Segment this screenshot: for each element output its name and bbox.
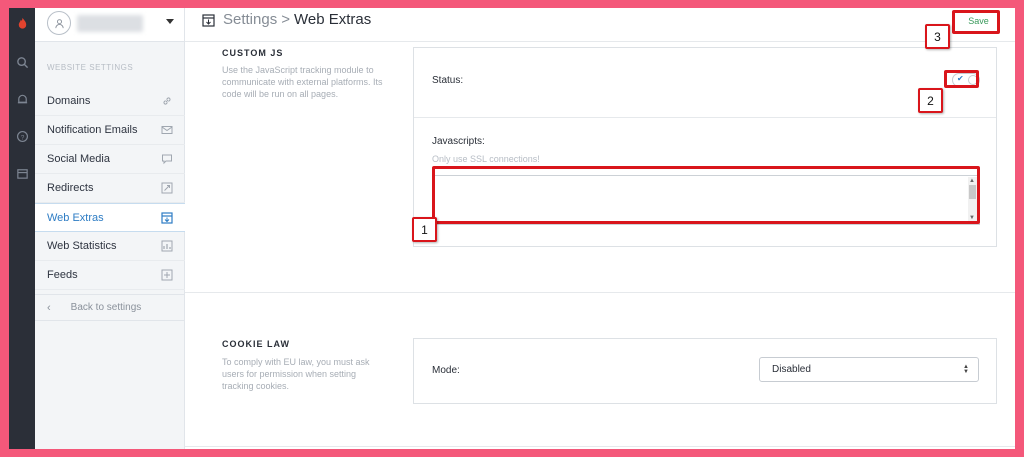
link-icon — [161, 95, 173, 107]
extras-icon — [161, 212, 173, 224]
avatar[interactable] — [47, 11, 71, 35]
settings-sidebar: WEBSITE SETTINGS Domains Notification Em… — [35, 8, 185, 449]
chevron-down-icon[interactable] — [166, 19, 174, 24]
breadcrumb: Settings > Web Extras — [223, 11, 371, 28]
sidebar-item-label: Notification Emails — [47, 124, 138, 136]
sidebar-item-web-statistics[interactable]: Web Statistics — [35, 232, 185, 261]
cookie-law-title: COOKIE LAW — [222, 339, 290, 349]
status-label: Status: — [432, 75, 464, 86]
sidebar-item-domains[interactable]: Domains — [35, 87, 185, 116]
app-rail: ? — [9, 8, 35, 449]
sidebar-item-label: Web Statistics — [47, 240, 117, 252]
cookie-law-description: To comply with EU law, you must ask user… — [222, 357, 370, 391]
annotation-badge-2: 2 — [918, 88, 943, 113]
account-name-redacted — [77, 15, 143, 32]
sidebar-item-web-extras[interactable]: Web Extras — [35, 203, 185, 232]
sidebar-item-label: Domains — [47, 95, 91, 107]
chevron-left-icon: ‹ — [47, 301, 51, 314]
section-divider — [185, 292, 1015, 293]
sidebar-item-label: Feeds — [47, 269, 78, 281]
select-arrows-icon: ▲ ▼ — [963, 364, 969, 375]
statistics-icon — [161, 240, 173, 252]
annotation-highlight-1 — [432, 166, 980, 224]
redirect-icon — [161, 182, 173, 194]
page-title: Web Extras — [293, 11, 372, 28]
page-header: Settings > Web Extras Save — [185, 8, 1015, 42]
annotation-badge-1: 1 — [412, 217, 437, 242]
panel-divider — [414, 117, 996, 118]
sidebar-item-label: Web Extras — [47, 211, 104, 224]
back-to-settings-link[interactable]: ‹ Back to settings — [35, 294, 185, 321]
sidebar-item-label: Redirects — [47, 182, 94, 194]
mode-label: Mode: — [432, 365, 460, 376]
annotation-badge-3: 3 — [925, 24, 950, 49]
search-icon[interactable] — [13, 53, 31, 71]
svg-text:?: ? — [20, 134, 24, 141]
sidebar-item-notification-emails[interactable]: Notification Emails — [35, 116, 185, 145]
account-switcher[interactable] — [35, 8, 184, 42]
annotation-highlight-2 — [944, 70, 979, 88]
sidebar-item-social-media[interactable]: Social Media — [35, 145, 185, 174]
email-icon — [161, 124, 173, 136]
sidebar-heading: WEBSITE SETTINGS — [47, 63, 134, 72]
mode-select[interactable]: Disabled ▲ ▼ — [759, 357, 979, 382]
calendar-icon[interactable] — [13, 164, 31, 182]
sidebar-list: Domains Notification Emails Social Media… — [35, 87, 185, 290]
sidebar-item-label: Social Media — [47, 153, 110, 165]
custom-js-description: Use the JavaScript tracking module to co… — [222, 65, 383, 99]
sidebar-item-redirects[interactable]: Redirects — [35, 174, 185, 203]
javascripts-hint: Only use SSL connections! — [432, 154, 540, 164]
flame-logo-icon[interactable] — [13, 14, 31, 32]
breadcrumb-parent[interactable]: Settings — [223, 11, 277, 28]
breadcrumb-separator: > — [281, 11, 290, 28]
extras-icon — [202, 14, 215, 27]
feeds-icon — [161, 269, 173, 281]
help-icon[interactable]: ? — [13, 127, 31, 145]
javascripts-label: Javascripts: — [432, 136, 485, 147]
chat-icon — [161, 153, 173, 165]
bell-icon[interactable] — [13, 90, 31, 108]
section-divider — [185, 446, 1015, 447]
sidebar-item-feeds[interactable]: Feeds — [35, 261, 185, 290]
cookie-law-panel: Mode: Disabled ▲ ▼ — [413, 338, 997, 404]
main-content: CUSTOM JS Use the JavaScript tracking mo… — [185, 42, 1015, 449]
app-window: ? WEBSITE SETTINGS Domains Notification … — [9, 8, 1015, 449]
annotation-highlight-3 — [952, 10, 1000, 34]
back-label: Back to settings — [70, 302, 142, 313]
custom-js-title: CUSTOM JS — [222, 48, 284, 58]
mode-value: Disabled — [772, 364, 811, 375]
